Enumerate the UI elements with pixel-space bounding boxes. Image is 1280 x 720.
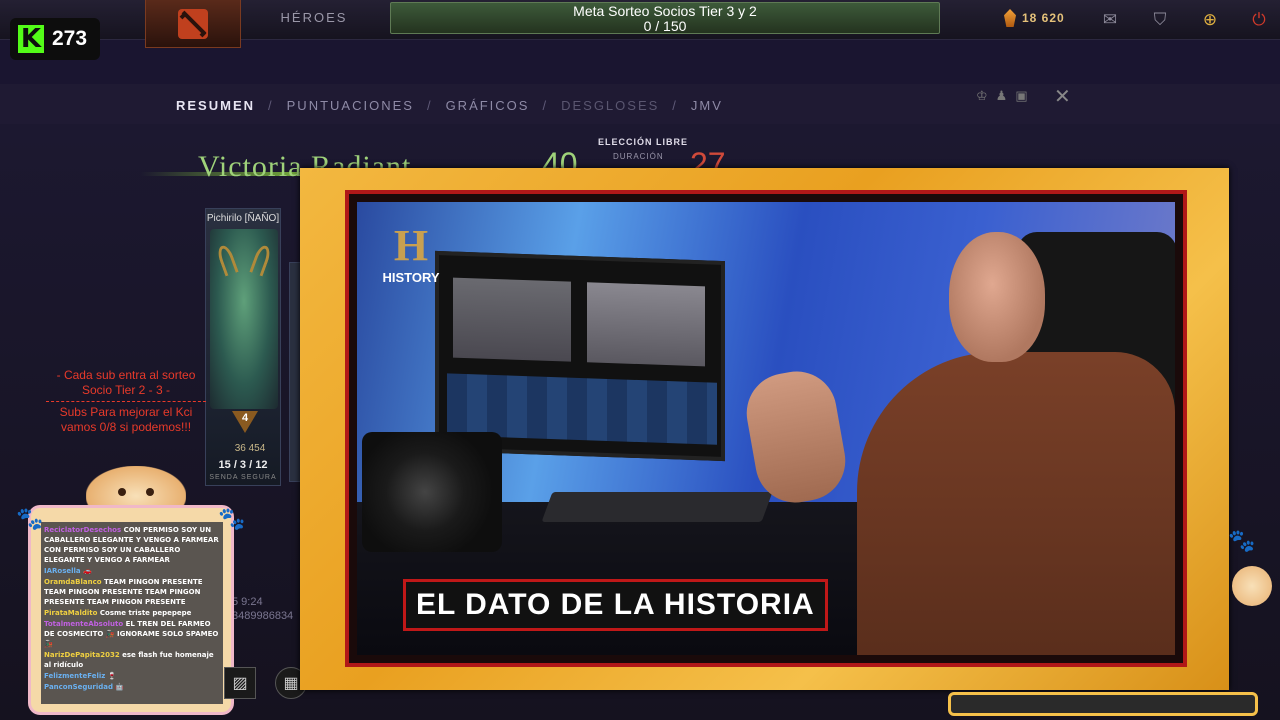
tab-resumen[interactable]: RESUMEN: [176, 98, 255, 113]
tab-separator: /: [672, 98, 678, 113]
chat-message: TotalmenteAbsoluto EL TREN DEL FARMEO DE…: [44, 619, 220, 649]
match-id: 3489986834: [232, 610, 294, 622]
rank-badge: 4: [232, 411, 258, 433]
chat-user: ReciclatorDesechos: [44, 526, 122, 534]
monitor-pane: [453, 277, 571, 362]
tab-graficos[interactable]: GRÁFICOS: [446, 98, 530, 113]
duration-label: DURACIÓN: [613, 152, 664, 161]
paw-icon: 🐾: [16, 506, 44, 531]
tab-separator: /: [268, 98, 274, 113]
sub-goal-title: Meta Sorteo Socios Tier 3 y 2: [573, 3, 757, 19]
hero-build-icon[interactable]: ▨: [224, 667, 256, 699]
paw-icon: 🐾: [218, 506, 246, 531]
tab-jmv[interactable]: JMV: [691, 98, 723, 113]
keyboard: [541, 492, 773, 522]
hero-kda: 15 / 3 / 12: [218, 459, 268, 471]
horn-right: [249, 243, 273, 277]
armory-icon[interactable]: ⛉: [1145, 6, 1175, 34]
video-player[interactable]: H HISTORY EL DATO DE LA HISTORIA: [357, 202, 1175, 655]
tab-separator: /: [426, 98, 433, 113]
hamster-eye: [118, 488, 126, 496]
video-overlay-frame: H HISTORY EL DATO DE LA HISTORIA: [300, 168, 1229, 690]
tab-heroes[interactable]: HÉROES: [262, 10, 366, 25]
monitor-pane: [587, 282, 705, 367]
power-icon[interactable]: ⏻: [1244, 6, 1274, 34]
horn-left: [215, 243, 239, 277]
hero-card[interactable]: Pichirilo [ÑAÑO] 4 36 454 15 / 3 / 12 SE…: [205, 208, 281, 486]
sub-notice: - Cada sub entra al sorteo Socio Tier 2 …: [40, 368, 212, 435]
bottom-overlay-frame: [948, 692, 1258, 716]
person-head: [949, 232, 1045, 362]
sub-notice-line: - Cada sub entra al sorteo: [56, 368, 196, 382]
chat-overlay: ReciclatorDesechos CON PERMISO SOY UN CA…: [28, 505, 234, 715]
save-icon[interactable]: ▣: [1015, 88, 1027, 104]
viewer-count: 273: [52, 27, 88, 50]
paw-icon: 🐾: [1228, 528, 1256, 553]
tab-separator: /: [542, 98, 549, 113]
chat-user: FelizmenteFeliz: [44, 672, 106, 680]
shard-icon: [1004, 9, 1016, 27]
nav-right-icons: ♔ ♟ ▣: [976, 88, 1028, 104]
hero-role: SENDA SEGURA: [209, 474, 277, 481]
hero-portrait: [210, 229, 278, 409]
chat-message: PanconSeguridad 🤖: [44, 682, 220, 692]
mail-icon[interactable]: ✉: [1095, 6, 1125, 34]
person-arm: [740, 365, 852, 509]
crown-icon[interactable]: ♔: [976, 88, 988, 104]
chat-user: NarizDePapita2032: [44, 651, 120, 659]
chat-text: Cosme triste pepepepe: [99, 609, 192, 617]
chat-messages: ReciclatorDesechos CON PERMISO SOY UN CA…: [41, 522, 223, 704]
chat-user: TotalmenteAbsoluto: [44, 620, 124, 628]
hamster-mascot: [1232, 566, 1272, 606]
game-mode: ELECCIÓN LIBRE: [598, 137, 689, 147]
person-body: [857, 352, 1175, 655]
chat-message: NarizDePapita2032 ese flash fue homenaje…: [44, 650, 220, 670]
chat-user: IARosella: [44, 567, 81, 575]
currency-amount: 18 620: [1022, 11, 1065, 25]
chat-user: PirataMaldito: [44, 609, 98, 617]
history-h-glyph: H: [393, 221, 429, 270]
divider: [46, 401, 206, 402]
chat-user: OramdaBlanco: [44, 578, 102, 586]
sub-notice-line: vamos 0/8 si podemos!!!: [60, 420, 192, 434]
video-border: H HISTORY EL DATO DE LA HISTORIA: [345, 190, 1187, 667]
chat-message: PirataMaldito Cosme triste pepepepe: [44, 608, 220, 618]
plus-icon[interactable]: ⊕: [1195, 6, 1225, 34]
chat-message: ReciclatorDesechos CON PERMISO SOY UN CA…: [44, 525, 220, 565]
sub-goal-progress: 0 / 150: [643, 18, 687, 34]
chat-message: OramdaBlanco TEAM PINGON PRESENTE TEAM P…: [44, 577, 220, 607]
video-caption: EL DATO DE LA HISTORIA: [403, 579, 828, 631]
monitor: [435, 250, 725, 462]
history-logo-icon: H HISTORY: [379, 221, 443, 286]
currency-display[interactable]: 18 620: [1004, 9, 1065, 27]
hero-networth: 36 454: [234, 443, 266, 454]
close-icon[interactable]: ✕: [1054, 84, 1071, 109]
chat-message: FelizmenteFeliz 🍷: [44, 671, 220, 681]
chat-message: IARosella 🚗: [44, 566, 220, 576]
sub-notice-line: Subs Para mejorar el Kci: [59, 405, 193, 419]
bell-icon[interactable]: ♟: [996, 88, 1008, 104]
player-name: Pichirilo [ÑAÑO]: [206, 213, 280, 224]
postgame-tabs: RESUMEN / PUNTUACIONES / GRÁFICOS / DESG…: [176, 98, 723, 113]
dota-logo-icon[interactable]: [145, 0, 241, 48]
chat-user: PanconSeguridad: [44, 683, 113, 691]
sub-notice-line: Socio Tier 2 - 3 -: [81, 383, 171, 397]
kick-logo-icon: K: [18, 25, 44, 53]
tab-puntuaciones[interactable]: PUNTUACIONES: [287, 98, 414, 113]
match-time: 5 9:24: [232, 596, 263, 608]
chat-text: 🤖: [115, 683, 125, 691]
chat-text: 🍷: [107, 672, 117, 680]
tab-desgloses[interactable]: DESGLOSES: [561, 98, 659, 113]
chat-text: 🚗: [83, 567, 92, 575]
hamster-eye: [146, 488, 154, 496]
speaker: [362, 432, 502, 552]
sub-goal-banner: Meta Sorteo Socios Tier 3 y 2 0 / 150: [390, 2, 940, 34]
kick-viewer-badge: K 273: [10, 18, 100, 60]
history-channel: HISTORY: [382, 270, 440, 285]
